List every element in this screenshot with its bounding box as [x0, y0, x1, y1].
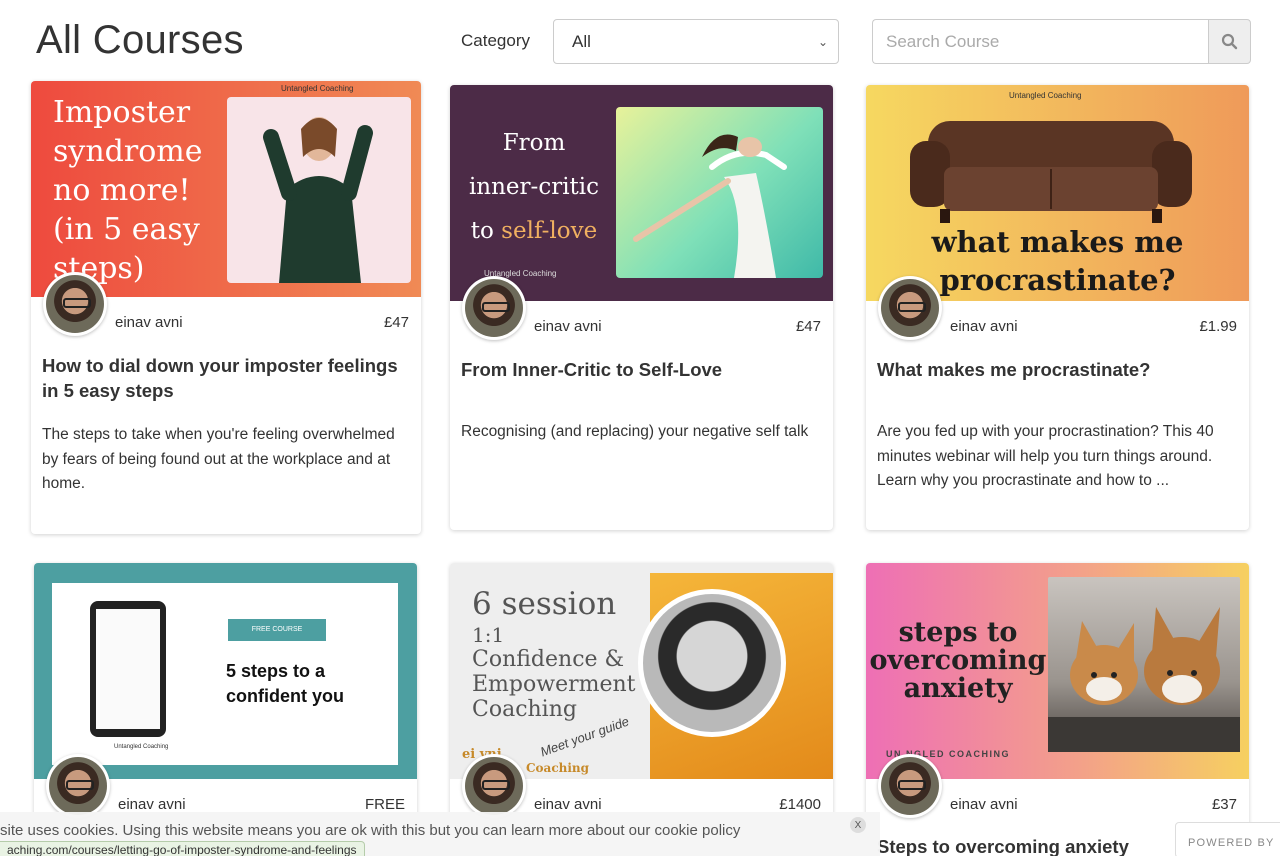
avatar — [43, 272, 107, 336]
search-bar — [872, 19, 1251, 64]
course-title[interactable]: From Inner-Critic to Self-Love — [461, 357, 821, 382]
search-button[interactable] — [1208, 19, 1251, 64]
course-image[interactable]: Untangled Coaching FREE COURSE 5 steps t… — [34, 563, 417, 779]
course-image[interactable]: steps to overcoming anxiety UN NGLED COA… — [866, 563, 1249, 779]
course-price: £37 — [1211, 796, 1237, 813]
course-description: The steps to take when you're feeling ov… — [42, 426, 395, 492]
author-name: einav avni — [534, 318, 602, 335]
course-image-text: 5 steps to a — [226, 661, 326, 681]
avatar — [878, 754, 942, 818]
course-photo — [616, 107, 823, 278]
course-price: £1400 — [779, 796, 821, 813]
course-image-text: From — [502, 130, 566, 156]
course-price: £47 — [383, 314, 409, 331]
course-price: FREE — [364, 796, 405, 813]
avatar — [878, 276, 942, 340]
avatar — [462, 754, 526, 818]
course-image-text: inner-critic — [468, 174, 600, 200]
course-image-text: syndrome — [53, 134, 203, 169]
course-image-text: Imposter — [53, 95, 191, 130]
author-name: einav avni — [950, 318, 1018, 335]
course-image-brand: Untangled Coaching — [1009, 91, 1082, 100]
course-photo — [910, 121, 1192, 223]
course-price: £47 — [795, 318, 821, 335]
avatar — [462, 276, 526, 340]
course-image-text: no more! — [53, 173, 191, 208]
cookie-text: site uses cookies. Using this website me… — [0, 822, 741, 839]
course-image-text: Confidence & — [472, 647, 625, 672]
course-image-text: overcoming — [869, 645, 1047, 676]
course-description: Recognising (and replacing) your negativ… — [461, 423, 809, 440]
course-photo — [1048, 577, 1240, 752]
free-course-badge: FREE COURSE — [228, 619, 326, 641]
course-card[interactable]: From inner-critic to self-love Untangled… — [450, 85, 833, 530]
course-title[interactable]: How to dial down your imposter feelings … — [42, 353, 409, 403]
course-card[interactable]: Imposter syndrome no more! (in 5 easy st… — [31, 81, 421, 534]
course-image-text: Empowerment — [472, 672, 636, 697]
course-description: Are you fed up with your procrastination… — [877, 423, 1214, 489]
course-image[interactable]: Untangled Coaching what makes me procras… — [866, 85, 1249, 301]
course-image[interactable]: From inner-critic to self-love Untangled… — [450, 85, 833, 301]
chevron-down-icon: ⌄ — [817, 34, 828, 49]
course-image-footer: Coaching — [526, 761, 590, 775]
course-image-text: steps to — [898, 617, 1018, 648]
author-name: einav avni — [950, 796, 1018, 813]
status-bar-url: aching.com/courses/letting-go-of-imposte… — [0, 841, 365, 856]
powered-by-badge[interactable]: POWERED BY — [1175, 822, 1280, 856]
course-image-text: to — [470, 218, 494, 244]
author-name: einav avni — [118, 796, 186, 813]
course-image-brand: Untangled Coaching — [281, 84, 354, 93]
search-icon — [1221, 33, 1238, 50]
course-image-text: 6 session — [472, 586, 617, 622]
category-select[interactable]: All ⌄ — [553, 19, 839, 64]
cookie-close-button[interactable]: X — [850, 817, 866, 833]
course-card[interactable]: Untangled Coaching what makes me procras… — [866, 85, 1249, 530]
course-image-text: self-love — [501, 218, 598, 244]
page-title: All Courses — [36, 18, 244, 62]
author-name: einav avni — [115, 314, 183, 331]
avatar — [46, 754, 110, 818]
course-image[interactable]: 6 session 1:1 Confidence & Empowerment C… — [450, 563, 833, 779]
course-image-text: 1:1 — [472, 623, 505, 647]
category-label: Category — [461, 31, 530, 50]
category-select-value: All — [572, 31, 591, 51]
course-image[interactable]: Imposter syndrome no more! (in 5 easy st… — [31, 81, 421, 297]
course-image-text: (in 5 easy — [53, 212, 200, 247]
search-input[interactable] — [872, 19, 1208, 64]
tablet-illustration — [90, 601, 166, 737]
course-image-text: what makes me — [931, 225, 1184, 259]
author-name: einav avni — [534, 796, 602, 813]
course-photo — [227, 97, 411, 283]
course-card[interactable]: steps to overcoming anxiety UN NGLED COA… — [866, 563, 1249, 856]
course-title[interactable]: What makes me procrastinate? — [877, 357, 1237, 382]
course-image-text: anxiety — [903, 673, 1013, 704]
course-image-brand: Untangled Coaching — [114, 744, 169, 750]
course-image-text: confident you — [226, 686, 344, 706]
course-price: £1.99 — [1199, 318, 1237, 335]
course-photo — [638, 589, 786, 737]
